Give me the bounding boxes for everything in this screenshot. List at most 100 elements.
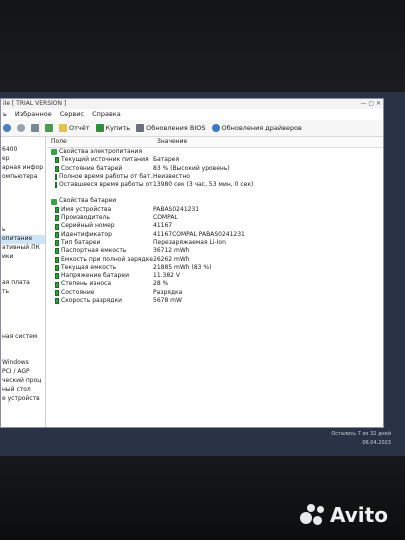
tree-item[interactable]: ативный ПК [1,244,45,253]
bios-update-button[interactable]: Обновления BIOS [136,124,206,132]
window-controls[interactable]: — ▢ ✕ [360,99,381,109]
table-row[interactable]: Состояние батарей 83 % (Высокий уровень) [47,165,383,173]
menu-item-view[interactable]: ь [3,109,7,120]
table-row[interactable]: Имя устройства PABAS0241231 [47,206,383,214]
tree-item[interactable]: ер [1,155,45,164]
tree-item[interactable]: омпьютера [1,173,45,182]
screen: ile [ TRIAL VERSION ] — ▢ ✕ ь Избранное … [0,92,405,456]
tree-item[interactable]: 6400 [1,146,45,155]
battery-icon [55,206,59,213]
tree-item[interactable]: ь [1,226,45,235]
tree-item[interactable]: ная систем [1,333,45,342]
tree-item[interactable] [1,270,45,279]
tree-item[interactable]: PCI / AGP [1,368,45,377]
nav-forward-button[interactable] [17,124,25,132]
tree-item[interactable]: ть [1,288,45,297]
tree-item[interactable]: опитание [1,234,45,244]
tree-item[interactable]: е устройств [1,395,45,404]
tree-item[interactable]: Windows [1,359,45,368]
field-label: Тип батареи [61,238,101,246]
tree-item[interactable]: ая плата [1,279,45,288]
chip-icon [136,124,145,132]
table-row[interactable]: Текущий источник питания Батарея [47,156,383,164]
battery-icon [55,182,57,189]
field-label: Полное время работы от бат... [59,172,153,180]
table-row[interactable]: Серийный номер 41167 [47,222,383,230]
battery-icon [55,273,59,280]
buy-button[interactable]: Купить [95,124,131,132]
tree-item[interactable] [1,217,45,226]
tree-item[interactable] [1,315,45,324]
tree-item[interactable] [1,297,45,306]
menu-bar: ь Избранное Сервис Справка [1,109,383,120]
field-label: Емкость при полной зарядке [61,255,153,263]
tree-item[interactable] [1,199,45,208]
table-row[interactable]: Степень износа 28 % [47,280,383,288]
monitor-bezel-top [0,0,405,92]
trial-notice: Остались 7 из 32 дней [331,431,391,437]
field-label: Производитель [61,214,110,222]
table-row[interactable]: Идентификатор 41167COMPAL PABAS0241231 [47,231,383,239]
menu-item-help[interactable]: Справка [92,109,121,120]
buy-label: Купить [105,124,131,132]
tree-item[interactable] [1,181,45,190]
refresh-button[interactable] [31,124,39,132]
tree-item[interactable] [1,137,45,146]
field-value: 5678 mW [153,297,182,305]
nav-back-button[interactable] [3,124,11,132]
menu-item-favorites[interactable]: Избранное [15,109,52,120]
tree-item[interactable] [1,413,45,422]
tree-item[interactable] [1,404,45,413]
table-row[interactable]: Текущая емкость 21885 mWh (83 %) [47,264,383,272]
column-header-field[interactable]: Поле [47,137,157,147]
table-row[interactable]: Оставшееся время работы от... 13980 сек (… [47,181,383,189]
tree-item[interactable] [1,306,45,315]
toolbar: Отчёт Купить Обновления BIOS Обновления … [1,120,383,137]
battery-icon [55,231,59,238]
table-row[interactable]: Тип батареи Перезаряжаемая Li-Ion [47,239,383,247]
battery-icon [55,165,59,172]
driver-update-button[interactable]: Обновления драйверов [211,124,302,132]
table-row[interactable]: Производитель COMPAL [47,214,383,222]
avito-watermark: Avito [300,503,388,527]
field-label: Имя устройства [61,205,112,213]
back-arrow-icon [3,124,11,132]
tree-item[interactable]: ный стол [1,386,45,395]
navigation-tree: 6400 ер арная инфор омпьютера ь опитание ативн… [1,137,46,427]
tree-item[interactable]: ики [1,253,45,262]
tree-item[interactable] [1,208,45,217]
tree-item[interactable] [1,341,45,350]
menu-item-service[interactable]: Сервис [60,109,84,120]
chart-button[interactable] [45,124,53,132]
battery-icon [55,174,57,181]
field-label: Скорость разрядки [61,297,122,305]
tree-item[interactable] [1,324,45,333]
battery-icon [55,240,59,247]
table-body: Свойства электропитания Текущий источник … [47,148,383,305]
tree-item[interactable]: ческий проц [1,377,45,386]
table-row[interactable]: Состояние Разрядка [47,289,383,297]
table-row[interactable]: Емкость при полной зарядке 26262 mWh [47,256,383,264]
tree-item[interactable]: арная инфор [1,164,45,173]
refresh-icon [31,124,39,132]
battery-icon [55,223,59,230]
table-row[interactable]: Напряжение батареи 11.382 V [47,272,383,280]
window-titlebar[interactable]: ile [ TRIAL VERSION ] — ▢ ✕ [1,99,383,109]
report-button[interactable]: Отчёт [59,124,90,132]
tree-item[interactable] [1,350,45,359]
field-label: Состояние батарей [61,164,123,172]
tree-item[interactable] [1,261,45,270]
field-label: Паспортная емкость [61,247,127,255]
field-value: 36712 mWh [153,247,190,255]
aida-window: ile [ TRIAL VERSION ] — ▢ ✕ ь Избранное … [0,98,384,428]
table-row[interactable]: Скорость разрядки 5678 mW [47,297,383,305]
tree-item[interactable] [1,422,45,428]
column-header-value[interactable]: Значение [157,137,187,147]
field-label: Текущая емкость [61,263,117,271]
avito-logo-icon [300,504,326,526]
table-row[interactable]: Паспортная емкость 36712 mWh [47,247,383,255]
table-row[interactable]: Полное время работы от бат... Неизвестно [47,173,383,181]
tree-item[interactable] [1,190,45,199]
field-value: Неизвестно [153,172,190,180]
